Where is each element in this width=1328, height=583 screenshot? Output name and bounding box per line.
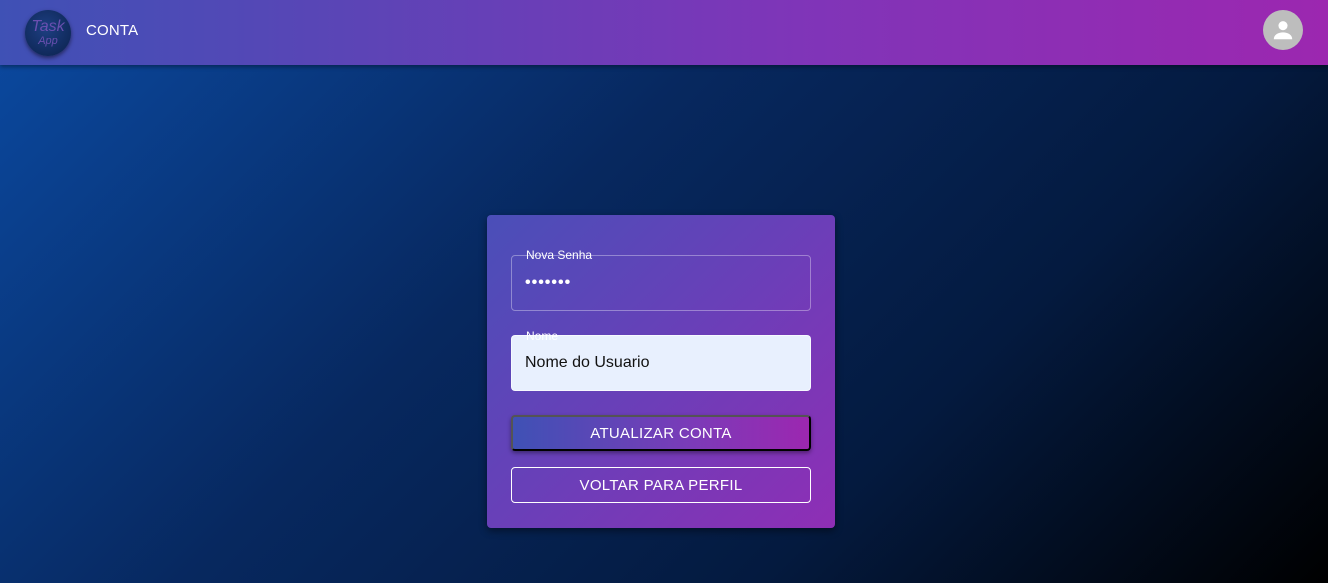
- logo-text-app: App: [38, 35, 58, 47]
- account-icon: [1273, 21, 1293, 40]
- new-password-value[interactable]: •••••••: [525, 274, 571, 292]
- name-field[interactable]: Nome: [511, 329, 811, 391]
- app-bar: Task App CONTA: [0, 0, 1328, 65]
- page-title: CONTA: [86, 22, 139, 39]
- task-app-logo[interactable]: Task App: [25, 10, 71, 56]
- account-form-card: Nova Senha ••••••• Nome ATUALIZAR CONTA …: [487, 215, 835, 528]
- back-to-profile-button[interactable]: VOLTAR PARA PERFIL: [511, 467, 811, 503]
- logo-text-task: Task: [31, 18, 65, 35]
- new-password-label: Nova Senha: [526, 248, 593, 262]
- name-input[interactable]: [512, 336, 810, 390]
- new-password-field[interactable]: Nova Senha •••••••: [511, 248, 811, 311]
- user-avatar-button[interactable]: [1263, 10, 1303, 50]
- update-account-button[interactable]: ATUALIZAR CONTA: [511, 415, 811, 451]
